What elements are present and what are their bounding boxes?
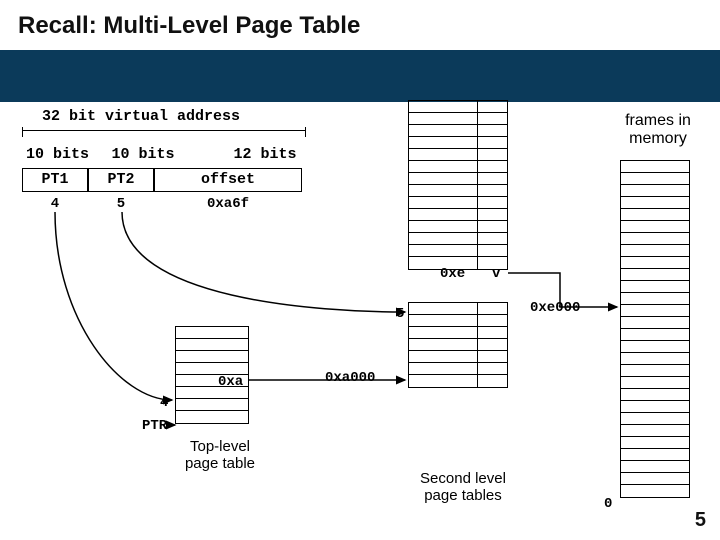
address-fields: PT1PT2offset [22,168,302,192]
second-entry-valid: v [492,266,500,282]
memory-zero: 0 [604,496,612,512]
second-level-table-a [408,100,508,270]
top-level-label: Top-level page table [175,438,265,472]
pt2-value: 5 [88,196,154,212]
second-arrow-value: 0xa000 [325,370,375,386]
second-level-label: Second level page tables [398,470,528,504]
pt1-bits: 10 bits [20,146,95,163]
ptr-label: PTR [142,418,167,434]
second-entry-index: 5 [396,306,404,322]
pt1-field: PT1 [22,168,88,192]
memory-label: frames in memory [608,112,708,148]
slide-number: 5 [695,509,706,532]
second-entry-value: 0xe [440,266,465,282]
bit-widths-row: 10 bits 10 bits 12 bits [20,146,335,163]
pt1-value: 4 [22,196,88,212]
mem-arrow-value: 0xe000 [530,300,580,316]
pt2-field: PT2 [88,168,154,192]
title-band [0,50,720,102]
top-entry-index: 4 [160,395,168,411]
top-entry-value: 0xa [218,374,243,390]
virtual-address-label: 32 bit virtual address [42,108,240,125]
slide-title: Recall: Multi-Level Page Table [18,12,360,40]
second-level-table-b [408,302,508,388]
offset-bits: 12 bits [195,146,335,163]
pt2-bits: 10 bits [104,146,182,163]
offset-value: 0xa6f [154,196,302,212]
offset-field: offset [154,168,302,192]
address-values: 450xa6f [22,196,302,212]
memory-frames [620,160,690,498]
address-bracket [22,130,306,136]
